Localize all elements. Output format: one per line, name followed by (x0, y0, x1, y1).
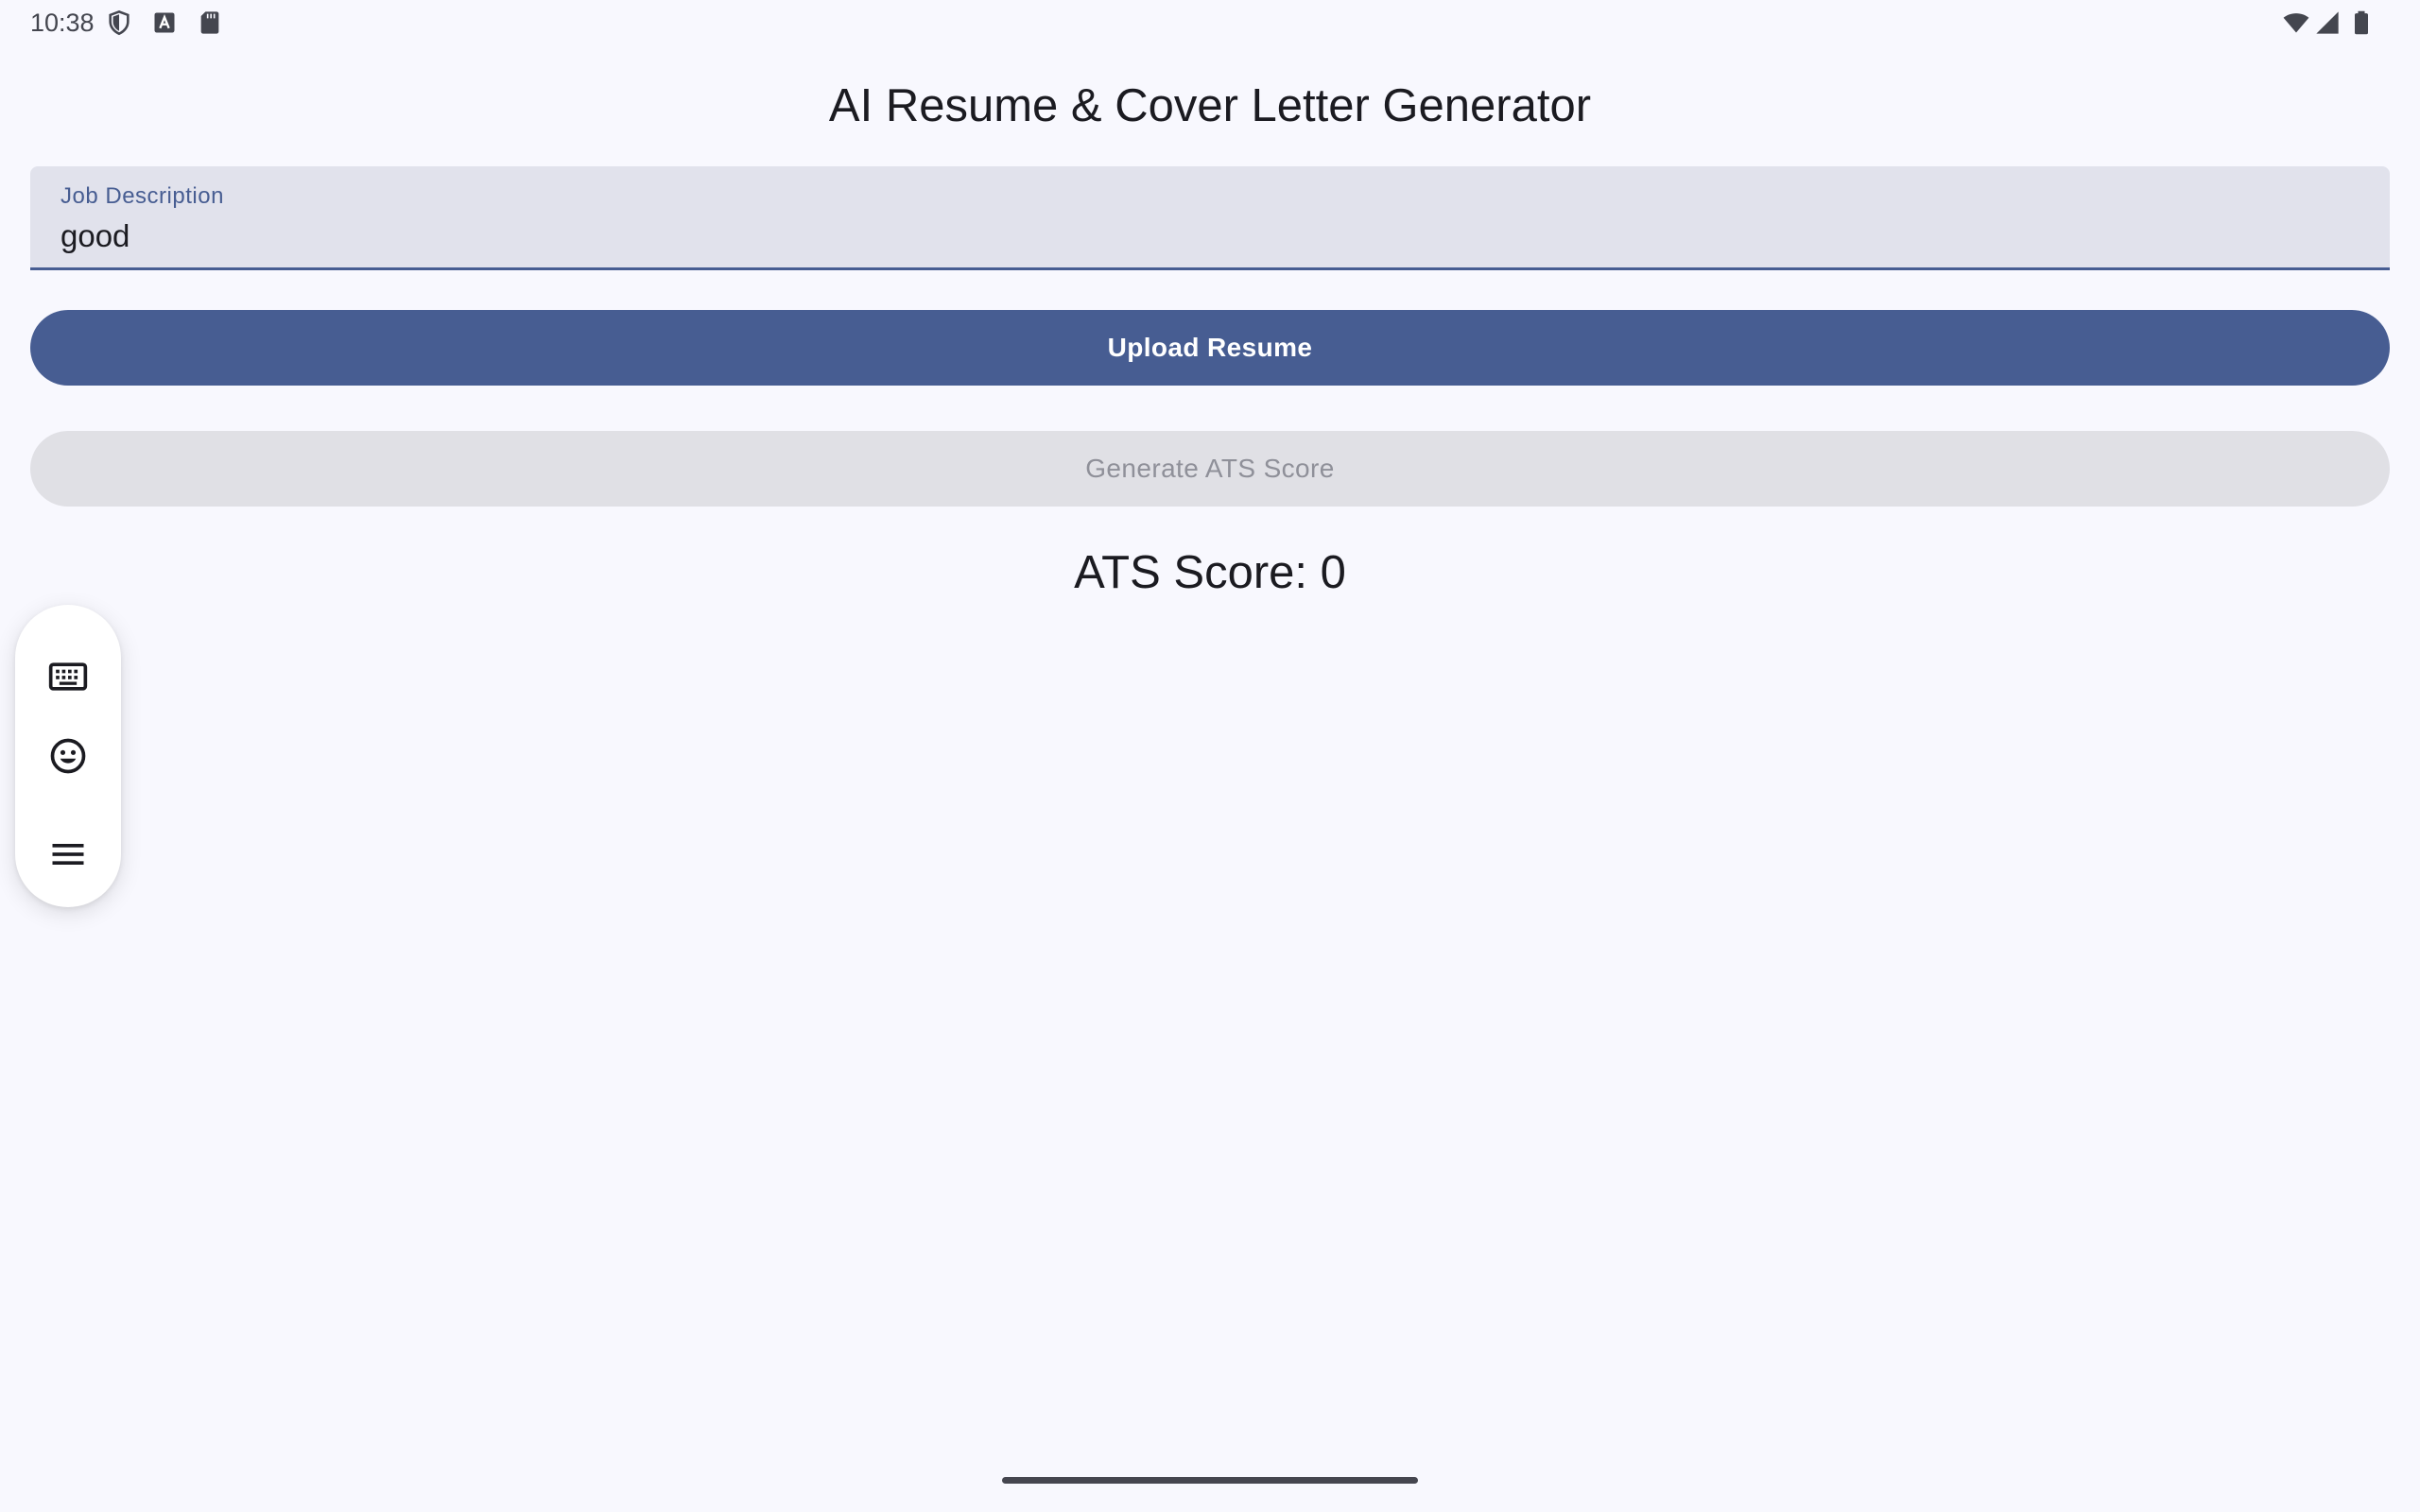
font-a-icon (151, 9, 178, 36)
floating-keyboard-toolbar (15, 605, 121, 907)
status-time: 10:38 (30, 9, 95, 37)
job-description-field[interactable]: Job Description (30, 166, 2390, 270)
keyboard-icon[interactable] (42, 650, 95, 703)
status-bar: 10:38 (0, 0, 2420, 45)
job-description-label: Job Description (60, 183, 224, 209)
ats-score-text: ATS Score: 0 (1074, 547, 1346, 598)
shield-icon (106, 9, 132, 36)
gesture-navigation-bar[interactable] (1002, 1477, 1418, 1484)
cell-signal-icon (2314, 9, 2341, 36)
page-title: AI Resume & Cover Letter Generator (828, 80, 1592, 131)
emoji-icon[interactable] (42, 730, 95, 782)
menu-icon[interactable] (42, 828, 95, 881)
battery-icon (2348, 9, 2375, 36)
job-description-input[interactable] (60, 215, 2348, 257)
sd-card-icon (197, 9, 223, 36)
generate-ats-score-button[interactable]: Generate ATS Score (30, 431, 2390, 507)
upload-resume-button[interactable]: Upload Resume (30, 310, 2390, 386)
wifi-icon (2280, 9, 2312, 36)
